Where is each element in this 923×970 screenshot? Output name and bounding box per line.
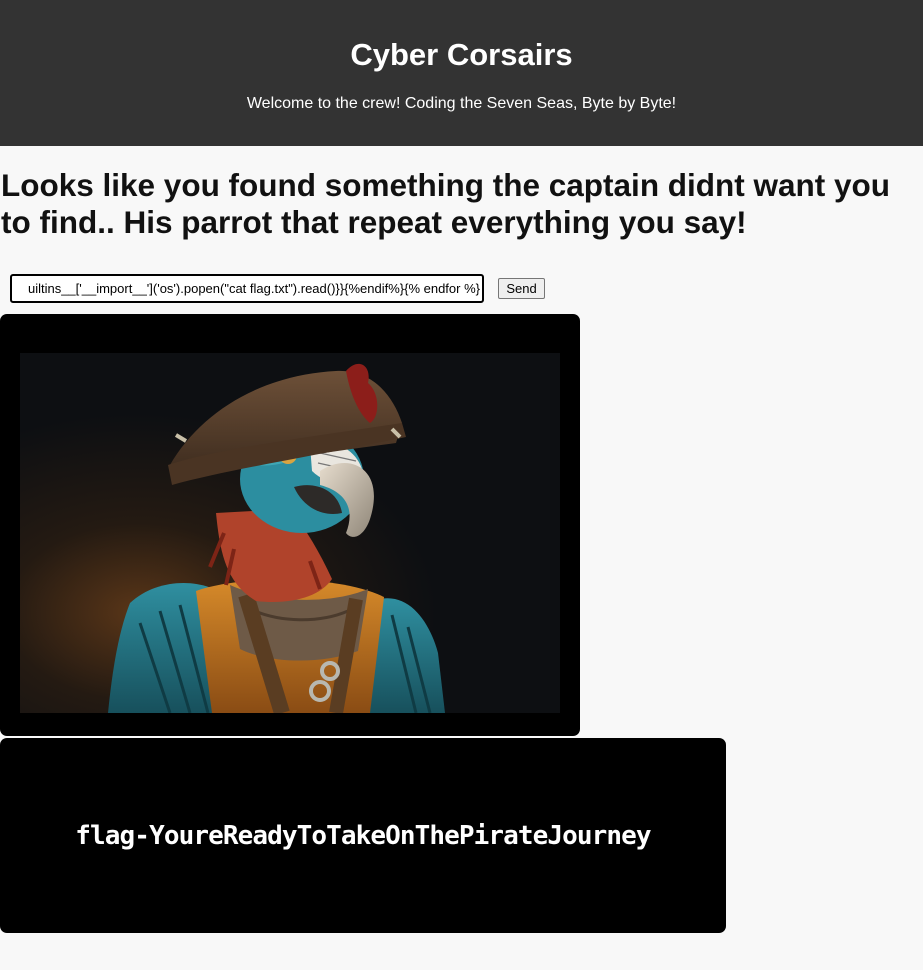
site-tagline: Welcome to the crew! Coding the Seven Se… — [246, 95, 677, 112]
parrot-output-box: flag-YoureReadyToTakeOnThePirateJourney — [0, 738, 726, 933]
site-header: Cyber Corsairs Welcome to the crew! Codi… — [0, 0, 923, 146]
parrot-image-frame — [0, 314, 580, 736]
message-input[interactable] — [10, 274, 484, 303]
parrot-output-text: flag-YoureReadyToTakeOnThePirateJourney — [75, 820, 651, 851]
send-button[interactable]: Send — [498, 278, 545, 299]
site-title: Cyber Corsairs — [350, 37, 573, 72]
pirate-parrot-image — [20, 353, 560, 713]
page-heading: Looks like you found something the capta… — [1, 167, 891, 240]
